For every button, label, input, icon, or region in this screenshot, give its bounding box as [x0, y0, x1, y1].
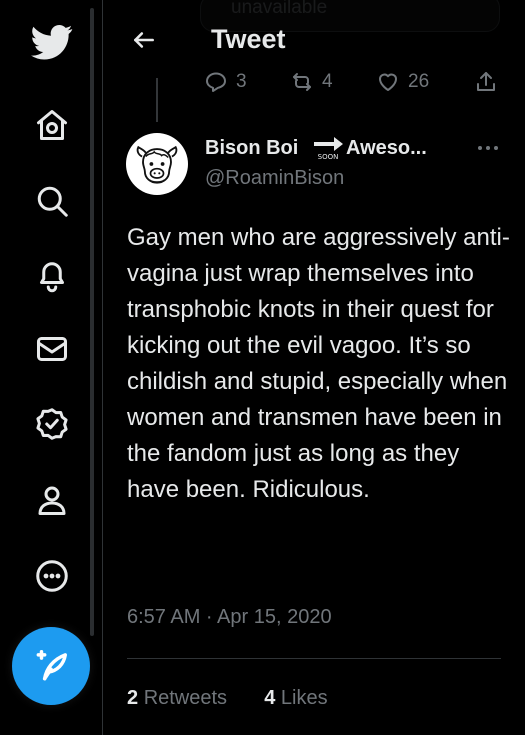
- like-count: 26: [408, 71, 430, 92]
- page-header: Tweet: [104, 0, 525, 78]
- sidebar-scrollbar[interactable]: [90, 8, 94, 636]
- likes-label: Likes: [280, 687, 328, 709]
- likes-stat[interactable]: 4 Likes: [264, 687, 327, 709]
- retweets-label: Retweets: [143, 687, 228, 709]
- more-dot-icon: [494, 146, 498, 150]
- author-name[interactable]: Bison Boi: [205, 137, 298, 160]
- heart-icon: [379, 73, 397, 91]
- profile-icon[interactable]: [28, 476, 76, 524]
- retweets-count: 2: [127, 687, 139, 709]
- compose-feather-icon: [36, 650, 67, 681]
- bison-avatar-icon: [131, 138, 183, 190]
- more-dot-icon: [486, 146, 490, 150]
- soon-emoji-text: SOON: [318, 153, 339, 161]
- compose-tweet-button[interactable]: [12, 627, 90, 705]
- soon-arrow-emoji: SOON: [314, 137, 343, 161]
- retweet-count: 4: [322, 71, 333, 92]
- main-column: unavailable Tweet 3 4 26: [104, 0, 525, 735]
- reply-button[interactable]: 3: [204, 70, 247, 94]
- like-button[interactable]: 26: [376, 70, 429, 94]
- avatar[interactable]: [126, 133, 188, 195]
- search-icon[interactable]: [28, 177, 76, 225]
- share-icon: [477, 72, 495, 91]
- divider: [127, 658, 501, 659]
- tweet-stats: 2 Retweets 4 Likes: [127, 687, 328, 710]
- likes-count: 4: [264, 687, 276, 709]
- author-name-suffix[interactable]: Aweso...: [346, 137, 427, 160]
- more-circle-icon[interactable]: [28, 552, 76, 600]
- reply-icon: [206, 72, 226, 92]
- more-dot-icon: [478, 146, 482, 150]
- retweet-button[interactable]: 4: [290, 70, 333, 94]
- twitter-logo-icon[interactable]: [28, 18, 76, 66]
- verified-icon[interactable]: [28, 400, 76, 448]
- mail-icon[interactable]: [28, 325, 76, 373]
- arrow-left-icon: [134, 32, 154, 48]
- parent-tweet-actions: 3 4 26: [204, 70, 504, 100]
- reply-count: 3: [236, 71, 247, 92]
- home-icon[interactable]: [28, 101, 76, 149]
- more-options-button[interactable]: [472, 136, 504, 160]
- thread-connector-line: [156, 78, 158, 122]
- sidebar: [0, 0, 103, 735]
- page-title: Tweet: [211, 24, 286, 54]
- tweet-timestamp[interactable]: 6:57 AM · Apr 15, 2020: [127, 606, 332, 629]
- back-button[interactable]: [126, 22, 162, 58]
- bell-icon[interactable]: [28, 251, 76, 299]
- retweets-stat[interactable]: 2 Retweets: [127, 687, 227, 709]
- share-button[interactable]: [474, 70, 498, 94]
- author-handle[interactable]: @RoaminBison: [205, 167, 344, 190]
- retweet-icon: [293, 73, 311, 91]
- tweet-text: Gay men who are aggressively anti-vagina…: [127, 224, 510, 503]
